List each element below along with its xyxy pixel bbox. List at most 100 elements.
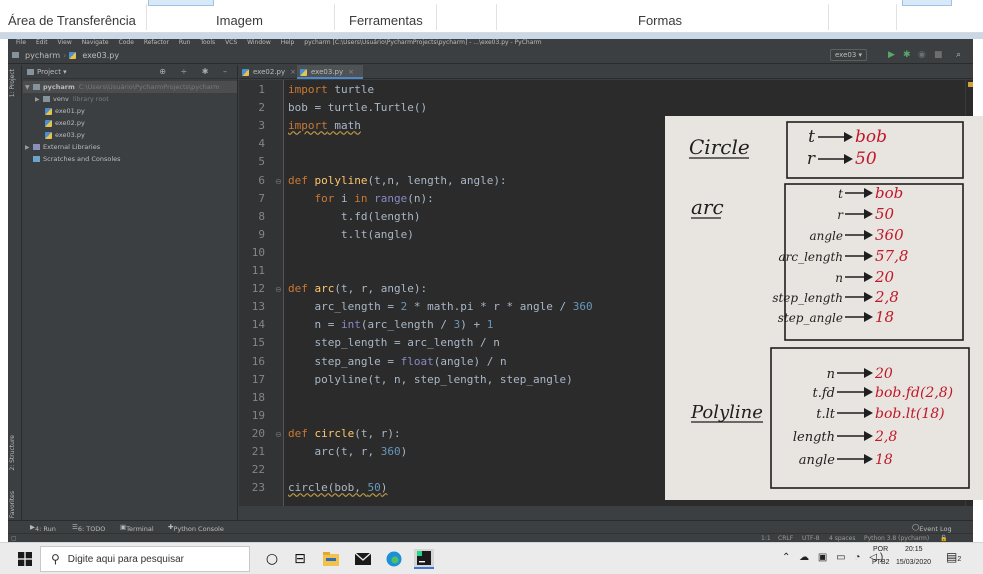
event-log-tool-tab[interactable]: ◯ Event Log [912, 523, 952, 533]
fold-icon[interactable]: ⊖ [275, 430, 282, 439]
code-line[interactable]: def polyline(t,n, length, angle): [288, 174, 507, 187]
code-line[interactable]: n = int(arc_length / 3) + 1 [288, 318, 493, 331]
navigation-bar: pycharm › exe03.py exe03 ▾ ▶ ✱ ◉ ■ ⌕ [8, 47, 973, 64]
todo-tool-tab[interactable]: ☰ 6: TODO [72, 523, 105, 533]
run-configuration-select[interactable]: exe03 ▾ [830, 49, 868, 61]
menu-code[interactable]: Code [119, 39, 134, 47]
code-line[interactable]: step_angle = float(angle) / n [288, 355, 506, 368]
close-icon[interactable]: × [348, 68, 354, 76]
tab-label: exe02.py [253, 68, 286, 76]
tree-item-pycharm[interactable]: ▼ pycharm C:\Users\Usuário\PycharmProjects… [23, 81, 237, 93]
menu-tools[interactable]: Tools [200, 39, 215, 47]
tree-item-scratches[interactable]: Scratches and Consoles [23, 153, 237, 165]
project-view-select[interactable]: Project ▾ [37, 68, 67, 76]
code-line[interactable]: circle(bob, 50) [288, 481, 387, 494]
panel-settings-icon[interactable]: ⊕ ÷ ✱ – [159, 67, 233, 76]
code-line[interactable]: arc_length = 2 * math.pi * r * angle / 3… [288, 300, 592, 313]
lock-icon[interactable]: 🔓 [940, 535, 947, 542]
python-console-tool-tab[interactable]: ✚ Python Console [168, 523, 224, 533]
python-interpreter[interactable]: Python 3.8 (pycharm) [864, 535, 929, 542]
tab-label: Python Console [173, 525, 224, 533]
section-title: Circle [689, 135, 750, 159]
clock-time[interactable]: 20:15 [905, 546, 923, 553]
line-number: 8 [258, 209, 265, 223]
code-line[interactable]: t.lt(angle) [288, 228, 414, 241]
coverage-icon[interactable]: ◉ [918, 50, 926, 60]
fold-icon[interactable]: ⊖ [275, 177, 282, 186]
tab-exe02[interactable]: exe02.py × [239, 65, 297, 79]
caret-position[interactable]: 1:1 [761, 535, 771, 542]
ribbon-group-shapes: Formas [638, 13, 683, 28]
code-line[interactable]: arc(t, r, 360) [288, 445, 407, 458]
tree-item-exe01[interactable]: exe01.py [23, 105, 237, 117]
clock-date[interactable]: 15/03/2020 [896, 559, 931, 566]
menu-refactor[interactable]: Refactor [144, 39, 169, 47]
file-encoding[interactable]: UTF-8 [802, 535, 820, 542]
tree-item-exe03[interactable]: exe03.py [23, 129, 237, 141]
param-value: 2,8 [874, 429, 897, 445]
stop-icon[interactable]: ■ [934, 50, 943, 60]
ribbon-divider [496, 4, 497, 30]
project-tree: ▼ pycharm C:\Users\Usuário\PycharmProjects… [23, 79, 237, 165]
param-value: 18 [875, 452, 893, 468]
tree-item-external-libraries[interactable]: ▶ External Libraries [23, 141, 237, 153]
ribbon-selected-button[interactable] [148, 0, 214, 6]
code-line[interactable]: for i in range(n): [288, 192, 434, 205]
param-value: 20 [874, 366, 893, 382]
project-tool-tab[interactable]: 1: Project [9, 69, 16, 97]
menu-help[interactable]: Help [281, 39, 295, 47]
menu-edit[interactable]: Edit [36, 39, 48, 47]
system-tray-icons[interactable]: ⌃ ☁ ▣ ▭ ◔ ◁) [782, 552, 886, 563]
menu-window[interactable]: Window [247, 39, 271, 47]
code-line[interactable]: def arc(t, r, angle): [288, 282, 427, 295]
edge-browser-icon[interactable] [384, 549, 404, 569]
search-icon[interactable]: ⌕ [956, 50, 961, 60]
code-line[interactable]: step_length = arc_length / n [288, 336, 499, 349]
close-icon[interactable]: × [290, 68, 296, 76]
breadcrumb-project[interactable]: pycharm [25, 51, 60, 60]
menu-view[interactable]: View [58, 39, 72, 47]
breadcrumb-file[interactable]: exe03.py [82, 51, 119, 60]
line-number: 12 [251, 282, 265, 296]
code-line[interactable]: bob = turtle.Turtle() [288, 101, 427, 114]
run-icon[interactable]: ▶ [888, 50, 895, 60]
inspection-status-icon[interactable] [968, 82, 973, 87]
task-view-icon[interactable]: ⊟ [290, 549, 310, 569]
pycharm-taskbar-icon[interactable] [414, 549, 434, 569]
line-number: 22 [251, 463, 265, 477]
structure-tool-tab[interactable]: 2: Structure [9, 435, 16, 471]
fold-icon[interactable]: ⊖ [275, 285, 282, 294]
menu-run[interactable]: Run [179, 39, 191, 47]
line-separator[interactable]: CRLF [778, 535, 793, 542]
notification-center-icon[interactable]: ▤2 [946, 550, 961, 564]
keyboard-layout[interactable]: PTB2 [872, 559, 890, 566]
code-line[interactable]: import turtle [288, 83, 374, 96]
toggle-tool-windows-icon[interactable]: ▢ [11, 535, 17, 542]
code-line[interactable]: def circle(t, r): [288, 427, 401, 440]
tree-item-exe02[interactable]: exe02.py [23, 117, 237, 129]
cortana-icon[interactable]: ○ [262, 549, 282, 569]
line-number: 11 [251, 264, 265, 277]
file-explorer-icon[interactable] [321, 549, 341, 569]
indent-setting[interactable]: 4 spaces [829, 535, 855, 542]
menu-navigate[interactable]: Navigate [82, 39, 109, 47]
ribbon-selected-button-right[interactable] [902, 0, 952, 6]
taskbar-search-box[interactable]: ⚲ Digite aqui para pesquisar [40, 546, 250, 572]
run-tool-tab[interactable]: ▶ 4: Run [30, 523, 56, 533]
code-line[interactable]: polyline(t, n, step_length, step_angle) [288, 373, 572, 386]
windows-start-icon[interactable] [18, 552, 32, 566]
code-line[interactable]: t.fd(length) [288, 210, 420, 223]
input-language[interactable]: POR [873, 546, 888, 553]
ribbon-divider [146, 4, 147, 30]
mail-icon[interactable] [353, 549, 373, 569]
menu-bar: File Edit View Navigate Code Refactor Ru… [8, 39, 973, 47]
terminal-tool-tab[interactable]: ▣ Terminal [120, 523, 154, 533]
tree-path: C:\Users\Usuário\PycharmProjects\pycharm [78, 83, 220, 91]
param-value: bob [855, 127, 887, 147]
menu-vcs[interactable]: VCS [225, 39, 237, 47]
tree-item-venv[interactable]: ▶ venv library root [23, 93, 237, 105]
code-line[interactable]: import math [288, 119, 361, 132]
debug-icon[interactable]: ✱ [903, 50, 911, 60]
menu-file[interactable]: File [16, 39, 26, 47]
tab-exe03[interactable]: exe03.py × [297, 65, 363, 79]
